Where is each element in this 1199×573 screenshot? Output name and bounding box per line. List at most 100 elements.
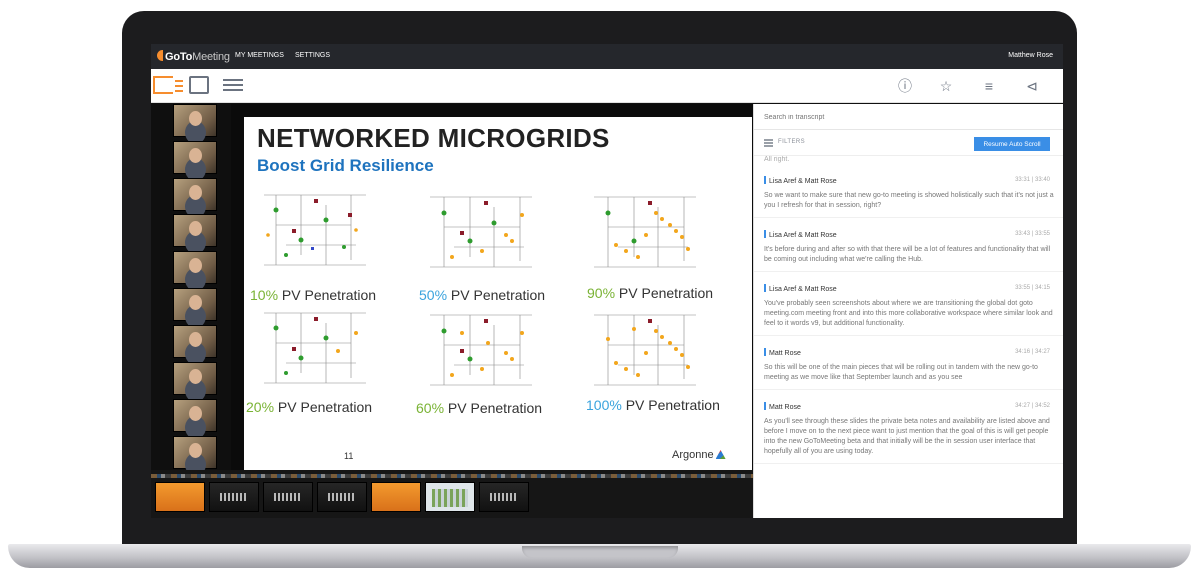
speaker-bar-icon (764, 402, 766, 410)
nav-my-meetings[interactable]: MY MEETINGS (235, 52, 284, 59)
transcript-search-input[interactable] (764, 110, 1044, 124)
slide-thumbnail[interactable] (155, 482, 205, 512)
info-icon[interactable]: ⓘ (896, 78, 914, 94)
transcript-entry[interactable]: Lisa Aref & Matt Rose 33:55 | 34:15 You'v… (754, 272, 1063, 336)
participant-video[interactable] (173, 436, 217, 469)
speaker-bar-icon (764, 176, 766, 184)
slide-thumbnail[interactable] (209, 482, 259, 512)
pv-label: PV Penetration (447, 400, 543, 416)
nav-settings[interactable]: SETTINGS (295, 52, 330, 59)
slide-thumbnail[interactable] (317, 482, 367, 512)
slide-title: NETWORKED MICROGRIDS (257, 123, 610, 153)
filter-icon[interactable] (764, 139, 773, 141)
pv-caption: 50% PV Penetration (419, 287, 545, 303)
entry-header: Matt Rose 34:27 | 34:52 (764, 402, 1054, 414)
entry-speaker: Lisa Aref & Matt Rose (769, 178, 837, 185)
share-icon[interactable]: ⊲ (1023, 78, 1041, 94)
participant-video[interactable] (173, 251, 217, 284)
slide-page-number: 11 (344, 451, 354, 461)
timeline-strip[interactable] (151, 474, 753, 478)
layout-list-icon[interactable] (223, 76, 243, 94)
laptop-notch (522, 546, 678, 558)
view-toolbar: ⓘ ☆ ≡ ⊲ (151, 69, 1063, 103)
transcript-entry[interactable]: Matt Rose 34:27 | 34:52 As you'll see thr… (754, 390, 1063, 464)
participant-video[interactable] (173, 288, 217, 321)
entry-header: Lisa Aref & Matt Rose 33:43 | 33:55 (764, 230, 1054, 242)
entry-time: 33:31 | 33:40 (1015, 177, 1050, 183)
pv-label: PV Penetration (277, 399, 373, 415)
user-name[interactable]: Matthew Rose (1008, 52, 1053, 59)
participant-video[interactable] (173, 214, 217, 247)
microgrid-diagram (430, 314, 532, 386)
pv-percent: 20% (246, 399, 275, 415)
microgrid-diagram (264, 312, 366, 384)
top-bar: GoToMeeting MY MEETINGS SETTINGS Matthew… (151, 44, 1063, 69)
transcript-entry[interactable]: Lisa Aref & Matt Rose 33:31 | 33:40 So we… (754, 164, 1063, 218)
pv-percent: 50% (419, 287, 448, 303)
speaker-bar-icon (764, 284, 766, 292)
argonne-logo: Argonne (672, 449, 726, 461)
slide-thumbnail[interactable] (425, 482, 475, 512)
participant-videos (151, 104, 231, 470)
argonne-text: Argonne (672, 449, 714, 461)
slide-subtitle: Boost Grid Resilience (257, 156, 434, 175)
participant-video[interactable] (173, 104, 217, 137)
microgrid-diagram (594, 314, 696, 386)
pv-label: PV Penetration (618, 285, 714, 301)
transcript-search-bar (754, 104, 1063, 130)
entry-text: So this will be one of the main pieces t… (764, 364, 1038, 381)
slide-thumbnail[interactable] (371, 482, 421, 512)
star-icon[interactable]: ☆ (937, 78, 955, 94)
entry-time: 33:55 | 34:15 (1015, 285, 1050, 291)
pv-label: PV Penetration (281, 287, 377, 303)
participant-video[interactable] (173, 399, 217, 432)
entry-speaker: Lisa Aref & Matt Rose (769, 232, 837, 239)
pv-caption: 90% PV Penetration (587, 285, 713, 301)
entry-header: Matt Rose 34:16 | 34:27 (764, 348, 1054, 360)
resume-auto-scroll-button[interactable]: Resume Auto Scroll (974, 137, 1050, 151)
notes-icon[interactable]: ≡ (980, 78, 998, 94)
participant-video[interactable] (173, 141, 217, 174)
transcript-cut-line: All right. (764, 156, 790, 163)
filters-label[interactable]: FILTERS (778, 139, 805, 145)
entry-text: As you'll see through these slides the p… (764, 418, 1050, 455)
filter-row: FILTERS Resume Auto Scroll (754, 130, 1063, 156)
participant-video[interactable] (173, 362, 217, 395)
argonne-mark-icon (715, 450, 726, 459)
laptop-mockup: GoToMeeting MY MEETINGS SETTINGS Matthew… (0, 0, 1199, 573)
speaker-bar-icon (764, 230, 766, 238)
pv-caption: 60% PV Penetration (416, 400, 542, 416)
entry-text: You've probably seen screenshots about w… (764, 300, 1053, 327)
pv-label: PV Penetration (625, 397, 720, 413)
pv-percent: 60% (416, 400, 445, 416)
entry-header: Lisa Aref & Matt Rose 33:55 | 34:15 (764, 284, 1054, 296)
pv-label: PV Penetration (450, 287, 546, 303)
entry-time: 34:16 | 34:27 (1015, 349, 1050, 355)
presentation-area: NETWORKED MICROGRIDS Boost Grid Resilien… (231, 104, 753, 470)
entry-header: Lisa Aref & Matt Rose 33:31 | 33:40 (764, 176, 1054, 188)
slide-thumbnail[interactable] (479, 482, 529, 512)
app-window: GoToMeeting MY MEETINGS SETTINGS Matthew… (151, 44, 1063, 518)
entry-speaker: Matt Rose (769, 404, 801, 411)
layout-sidebar-icon[interactable] (153, 76, 183, 94)
entry-time: 33:43 | 33:55 (1015, 231, 1050, 237)
logo-mark-icon (157, 50, 163, 61)
gotomeeting-logo[interactable]: GoToMeeting (157, 50, 230, 63)
logo-text-light: Meeting (192, 51, 230, 63)
transcript-entry[interactable]: Matt Rose 34:16 | 34:27 So this will be o… (754, 336, 1063, 390)
entry-time: 34:27 | 34:52 (1015, 403, 1050, 409)
layout-single-icon[interactable] (189, 76, 209, 94)
entry-text: It's before during and after so with tha… (764, 246, 1051, 263)
slide-thumbnail[interactable] (263, 482, 313, 512)
participant-video[interactable] (173, 178, 217, 211)
transcript-entry[interactable]: Lisa Aref & Matt Rose 33:43 | 33:55 It's … (754, 218, 1063, 272)
entry-speaker: Matt Rose (769, 350, 801, 357)
participant-video[interactable] (173, 325, 217, 358)
microgrid-diagram (264, 194, 366, 266)
entry-speaker: Lisa Aref & Matt Rose (769, 286, 837, 293)
logo-text: GoTo (165, 51, 193, 63)
transcript-list: All right. Lisa Aref & Matt Rose 33:31 | … (754, 156, 1063, 464)
slide-thumbnail-strip (151, 470, 753, 518)
pv-percent: 100% (586, 397, 622, 413)
pv-caption: 100% PV Penetration (586, 397, 720, 413)
